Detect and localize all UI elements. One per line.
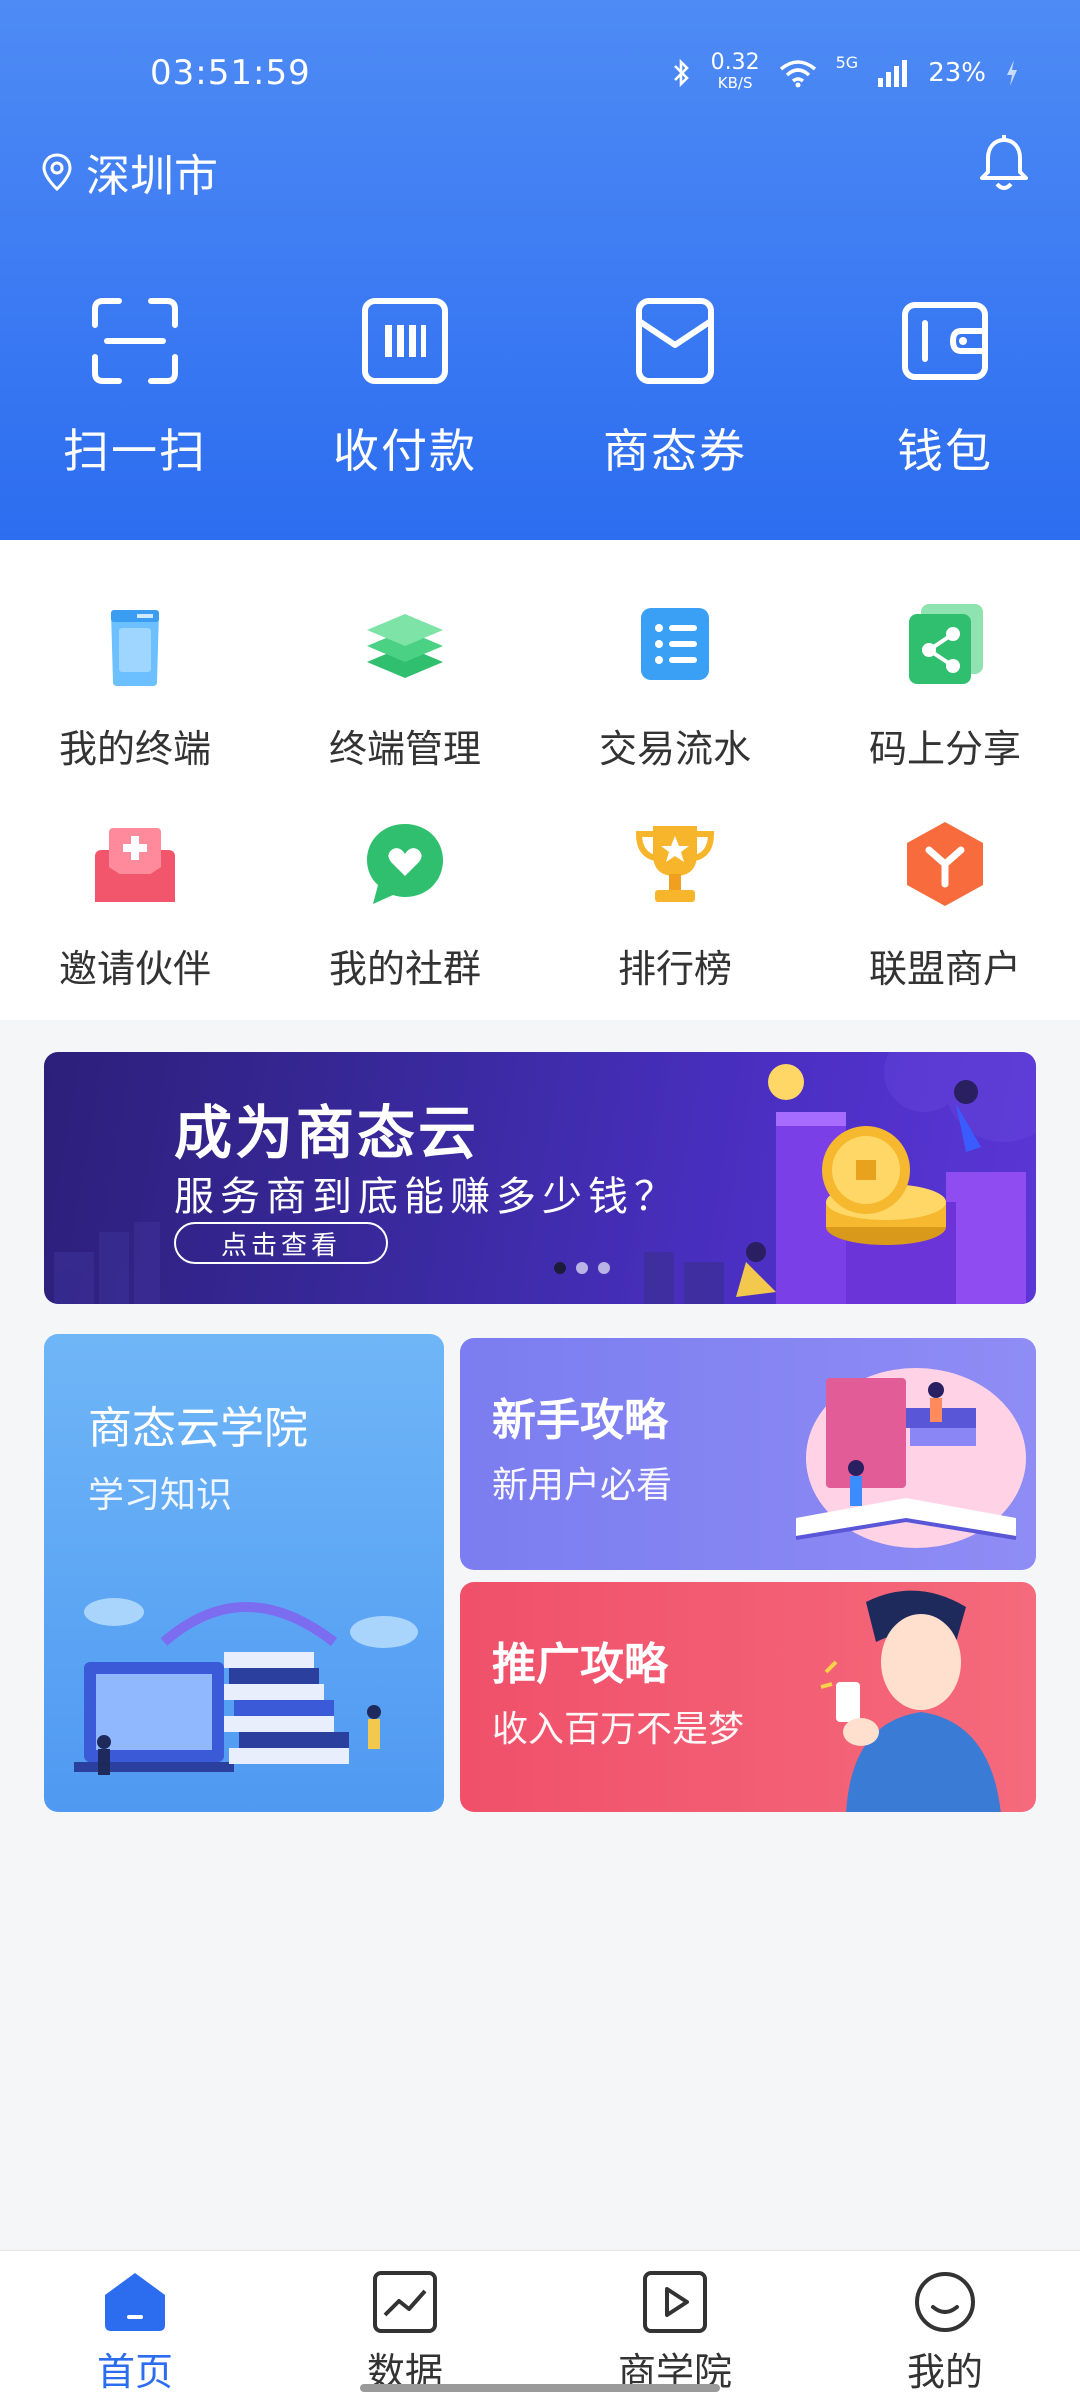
layers-icon xyxy=(367,614,443,678)
quick-action-scan[interactable]: 扫一扫 xyxy=(0,295,270,481)
feature-invite-partner[interactable]: 邀请伙伴 xyxy=(0,818,270,993)
feature-terminal-management[interactable]: 终端管理 xyxy=(270,598,540,773)
chart-icon xyxy=(373,2271,437,2333)
quick-action-payment[interactable]: 收付款 xyxy=(270,295,540,481)
quick-action-wallet[interactable]: 钱包 xyxy=(810,295,1080,481)
promotion-guide-card[interactable]: 推广攻略 收入百万不是梦 xyxy=(460,1582,1036,1812)
location-pin-icon xyxy=(42,153,72,191)
banner-pagination xyxy=(554,1262,610,1274)
nav-academy[interactable]: 商学院 xyxy=(540,2251,810,2400)
alliance-icon xyxy=(907,822,983,906)
banner-dot[interactable] xyxy=(598,1262,610,1274)
status-time: 03:51:59 xyxy=(150,53,311,93)
location-selector[interactable]: 深圳市 xyxy=(42,140,218,204)
banner-title: 成为商态云 xyxy=(174,1099,480,1167)
quick-action-coupon[interactable]: 商态券 xyxy=(540,295,810,481)
scan-icon xyxy=(92,298,178,384)
banner-subtitle: 服务商到底能赚多少钱？ xyxy=(174,1174,680,1220)
terminal-icon xyxy=(111,610,159,686)
profile-icon xyxy=(915,2272,975,2332)
status-bar: 03:51:59 0.32 KB/S 5G 23% xyxy=(150,48,1020,98)
network-speed: 0.32 KB/S xyxy=(710,50,760,93)
feature-alliance-merchant[interactable]: 联盟商户 xyxy=(810,818,1080,993)
coupon-icon xyxy=(636,298,714,384)
banner-dot[interactable] xyxy=(554,1262,566,1274)
wifi-icon xyxy=(779,60,816,88)
network-type: 5G xyxy=(835,53,859,72)
feature-grid: 我的终端 终端管理 交易流水 码上分享 邀请伙伴 我的社群 排行榜 联盟商户 xyxy=(0,540,1080,1020)
banner-view-button[interactable]: 点击查看 xyxy=(174,1222,388,1264)
battery-percent: 23% xyxy=(928,58,986,88)
bell-icon[interactable] xyxy=(972,132,1036,196)
invite-icon xyxy=(95,828,175,902)
feature-my-community[interactable]: 我的社群 xyxy=(270,818,540,993)
academy-subtitle: 学习知识 xyxy=(88,1475,233,1516)
feature-row-2: 邀请伙伴 我的社群 排行榜 联盟商户 xyxy=(0,818,1080,993)
share-icon xyxy=(909,604,983,684)
nav-profile[interactable]: 我的 xyxy=(810,2251,1080,2400)
feature-row-1: 我的终端 终端管理 交易流水 码上分享 xyxy=(0,598,1080,773)
home-indicator[interactable] xyxy=(360,2384,720,2392)
feature-leaderboard[interactable]: 排行榜 xyxy=(540,818,810,993)
charging-icon xyxy=(1007,60,1017,86)
newbie-subtitle: 新用户必看 xyxy=(492,1465,673,1506)
newbie-title: 新手攻略 xyxy=(492,1395,668,1446)
feature-my-terminal[interactable]: 我的终端 xyxy=(0,598,270,773)
nav-data[interactable]: 数据 xyxy=(270,2251,540,2400)
community-icon xyxy=(367,824,443,904)
feature-code-share[interactable]: 码上分享 xyxy=(810,598,1080,773)
play-icon xyxy=(643,2271,707,2333)
academy-title: 商态云学院 xyxy=(88,1403,308,1454)
status-icons: 0.32 KB/S 5G 23% xyxy=(671,50,1020,93)
bottom-navigation: 首页 数据 商学院 我的 xyxy=(0,2250,1080,2400)
promo-title: 推广攻略 xyxy=(492,1639,668,1690)
wallet-icon xyxy=(902,302,988,380)
list-icon xyxy=(641,608,709,680)
bluetooth-icon xyxy=(673,58,689,88)
coin-stack-illustration xyxy=(736,1064,1026,1304)
payment-code-icon xyxy=(362,298,448,384)
book-illustration xyxy=(795,1368,1026,1548)
promo-subtitle: 收入百万不是梦 xyxy=(492,1709,745,1750)
promo-banner[interactable]: 成为商态云 服务商到底能赚多少钱？ 点击查看 xyxy=(44,1052,1036,1304)
quick-actions: 扫一扫 收付款 商态券 钱包 xyxy=(0,295,1080,481)
signal-icon xyxy=(878,60,908,87)
location-label: 深圳市 xyxy=(86,151,218,202)
academy-illustration xyxy=(74,1598,418,1775)
feature-transactions[interactable]: 交易流水 xyxy=(540,598,810,773)
banner-dot[interactable] xyxy=(576,1262,588,1274)
trophy-icon xyxy=(635,826,715,902)
newbie-guide-card[interactable]: 新手攻略 新用户必看 xyxy=(460,1338,1036,1570)
home-icon xyxy=(105,2273,165,2331)
academy-card[interactable]: 商态云学院 学习知识 xyxy=(44,1334,444,1812)
person-phone-illustration xyxy=(820,1590,1001,1812)
nav-home[interactable]: 首页 xyxy=(0,2251,270,2400)
header: 03:51:59 0.32 KB/S 5G 23% 深圳市 扫一扫 收付款 商态… xyxy=(0,0,1080,540)
